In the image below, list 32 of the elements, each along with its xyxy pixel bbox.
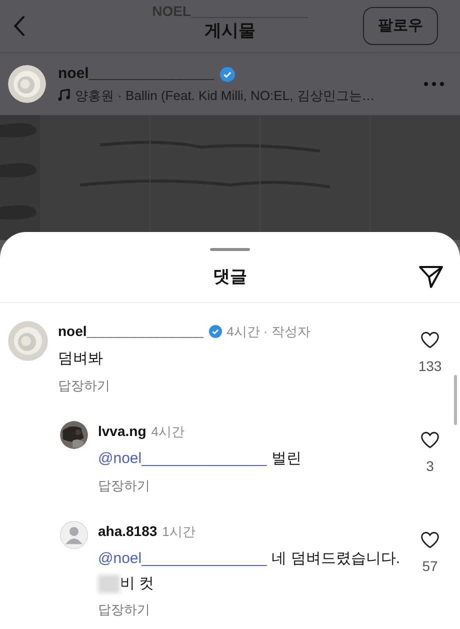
follow-button[interactable]: 팔로우 <box>363 7 438 45</box>
comment-text: 덤벼봐 <box>58 349 103 369</box>
mention-link[interactable]: @noel_______________ <box>98 448 267 470</box>
comment-meta: 1시간 <box>162 522 196 541</box>
like-count: 3 <box>426 457 434 476</box>
music-label[interactable]: 양홍원 · Ballin (Feat. Kid Milli, NO:EL, 김상민그는… <box>75 86 375 105</box>
scroll-bar[interactable] <box>454 375 457 425</box>
comment-text: 네 덤벼드렸습니다. <box>272 549 400 569</box>
comment-meta: 4시간 · 작성자 <box>226 322 310 341</box>
username[interactable]: noel_______________ <box>58 63 214 86</box>
reply-link[interactable]: 답장하기 <box>58 376 110 395</box>
sheet-title: 댓글 <box>213 266 247 288</box>
comment-meta: 4시간 <box>151 422 184 441</box>
reply-link[interactable]: 답장하기 <box>98 600 150 620</box>
redaction-mark <box>98 574 120 593</box>
username[interactable]: lvva.ng <box>98 421 146 442</box>
send-icon[interactable] <box>418 264 444 290</box>
music-note-icon <box>58 89 70 102</box>
comment-text: 벌린 <box>272 449 302 469</box>
reply-link[interactable]: 답장하기 <box>98 476 150 495</box>
like-count: 133 <box>418 357 442 376</box>
heart-icon[interactable] <box>420 331 440 349</box>
heart-icon[interactable] <box>420 531 440 549</box>
comment-text: 비 컷 <box>120 574 154 594</box>
page-title: 게시물 <box>204 20 256 42</box>
mention-link[interactable]: @noel_______________ <box>98 548 267 570</box>
heart-icon[interactable] <box>420 431 440 449</box>
like-count: 57 <box>422 557 438 576</box>
username[interactable]: noel_______________ <box>58 321 204 342</box>
username[interactable]: aha.8183 <box>98 521 158 542</box>
more-icon[interactable] <box>424 82 444 86</box>
drag-handle[interactable] <box>210 248 250 251</box>
